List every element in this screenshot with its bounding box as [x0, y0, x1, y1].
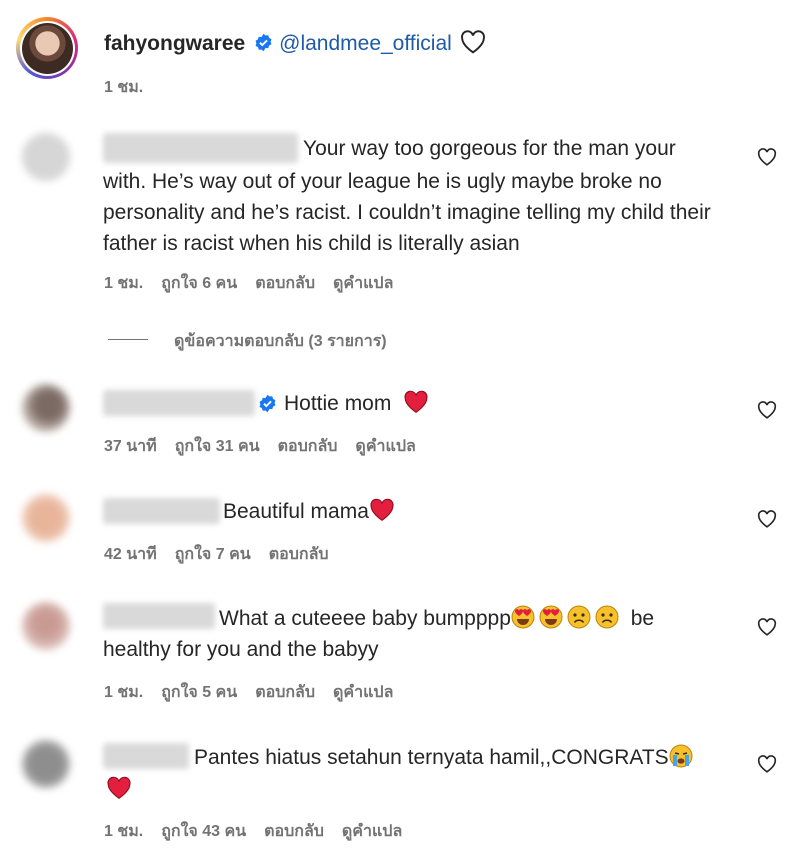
comment-time: 37 นาที	[104, 438, 157, 455]
reply-button[interactable]: ตอบกลับ	[255, 275, 315, 292]
reply-button[interactable]: ตอบกลับ	[255, 684, 315, 701]
comment-meta: 1 ชม. ถูกใจ 5 คน ตอบกลับ ดูคำแปล	[104, 680, 411, 705]
reply-button[interactable]: ตอบกลับ	[278, 438, 338, 455]
commenter-username-blurred[interactable]	[103, 133, 298, 163]
commenter-username-blurred[interactable]	[103, 603, 215, 629]
crying-emoji	[669, 744, 693, 768]
comment-text: Hottie mom	[284, 388, 429, 419]
frown-emoji	[595, 605, 619, 629]
comment-text: Pantes hiatus setahun ternyata hamil,,CO…	[194, 742, 693, 773]
translate-button[interactable]: ดูคำแปล	[342, 823, 402, 840]
heart-outline-icon[interactable]	[460, 30, 486, 54]
frown-emoji	[567, 605, 591, 629]
heart-eyes-emoji	[511, 605, 535, 629]
comment-text-continued: healthy for you and the babyy	[103, 638, 379, 661]
reply-button[interactable]: ตอบกลับ	[264, 823, 324, 840]
comment-meta: 1 ชม. ถูกใจ 43 คน ตอบกลับ ดูคำแปล	[104, 819, 420, 844]
like-heart-icon[interactable]	[757, 618, 777, 636]
post-username[interactable]: fahyongwaree	[104, 32, 245, 55]
likes-count[interactable]: ถูกใจ 31 คน	[175, 438, 260, 455]
translate-button[interactable]: ดูคำแปล	[355, 438, 415, 455]
comment-text: Beautiful mama	[223, 496, 395, 527]
commenter-username-blurred[interactable]	[103, 390, 255, 416]
comment-time: 1 ชม.	[104, 684, 144, 701]
comment-text: Your way too gorgeous for the man your	[303, 137, 676, 160]
verified-badge-icon	[259, 394, 276, 413]
comment-time: 1 ชม.	[104, 275, 144, 292]
likes-count[interactable]: ถูกใจ 7 คน	[175, 546, 251, 563]
like-heart-icon[interactable]	[757, 401, 777, 419]
commenter-username-blurred[interactable]	[103, 498, 220, 524]
commenter-username-blurred[interactable]	[103, 743, 189, 769]
commenter-avatar[interactable]	[22, 740, 70, 788]
commenter-avatar[interactable]	[22, 133, 70, 181]
like-heart-icon[interactable]	[757, 510, 777, 528]
comment-text-continued: with. He’s way out of your league he is …	[103, 170, 711, 255]
comment-text: What a cuteeee baby bumpppp be	[219, 605, 655, 630]
translate-button[interactable]: ดูคำแปล	[333, 684, 393, 701]
red-heart-emoji	[370, 498, 394, 521]
commenter-avatar[interactable]	[22, 384, 70, 432]
red-heart-emoji	[107, 776, 131, 799]
translate-button[interactable]: ดูคำแปล	[333, 275, 393, 292]
verified-badge-icon	[255, 33, 272, 52]
likes-count[interactable]: ถูกใจ 43 คน	[161, 823, 246, 840]
comment-meta: 37 นาที ถูกใจ 31 คน ตอบกลับ ดูคำแปล	[104, 434, 434, 459]
post-author-avatar[interactable]	[16, 17, 78, 79]
post-caption-line: fahyongwaree @landmee_official	[104, 30, 486, 56]
replies-divider	[108, 339, 148, 340]
view-replies-button[interactable]: ดูข้อความตอบกลับ (3 รายการ)	[174, 329, 387, 354]
commenter-avatar[interactable]	[22, 494, 70, 542]
red-heart-emoji	[404, 390, 428, 413]
post-time: 1 ชม.	[104, 79, 144, 96]
like-heart-icon[interactable]	[757, 148, 777, 166]
likes-count[interactable]: ถูกใจ 5 คน	[161, 684, 237, 701]
comment-meta: 1 ชม. ถูกใจ 6 คน ตอบกลับ ดูคำแปล	[104, 271, 411, 296]
comment-meta: 42 นาที ถูกใจ 7 คน ตอบกลับ	[104, 542, 347, 567]
mention-link[interactable]: @landmee_official	[279, 32, 452, 55]
likes-count[interactable]: ถูกใจ 6 คน	[161, 275, 237, 292]
reply-button[interactable]: ตอบกลับ	[269, 546, 329, 563]
heart-eyes-emoji	[539, 605, 563, 629]
comment-time: 42 นาที	[104, 546, 157, 563]
like-heart-icon[interactable]	[757, 755, 777, 773]
commenter-avatar[interactable]	[22, 602, 70, 650]
avatar-photo	[21, 22, 73, 74]
comment-time: 1 ชม.	[104, 823, 144, 840]
